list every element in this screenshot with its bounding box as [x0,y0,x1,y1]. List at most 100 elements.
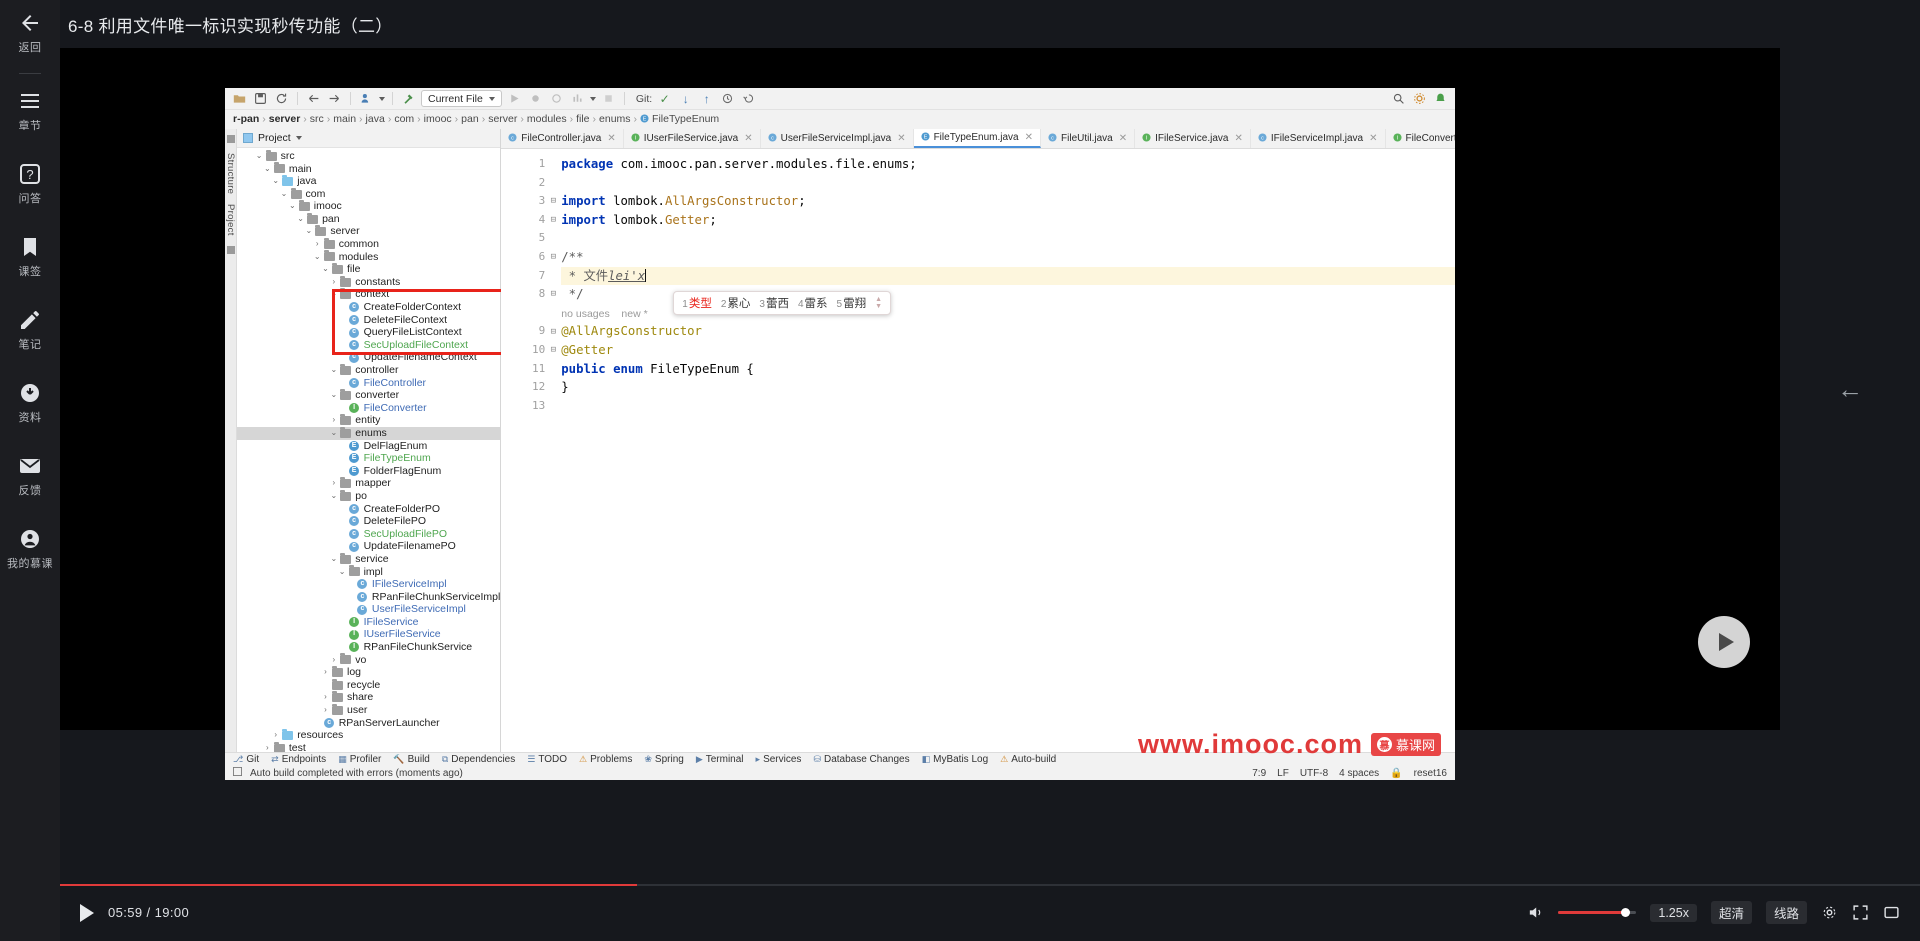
breadcrumb-item[interactable]: server [488,113,517,125]
info-icon[interactable] [233,767,242,779]
toolwindow-button-build[interactable]: 🔨 Build [393,754,429,765]
file-encoding[interactable]: UTF-8 [1300,768,1328,779]
tree-node[interactable]: ⌄ java [237,174,500,188]
close-icon[interactable]: ✕ [1369,133,1377,144]
toolwindow-button-spring[interactable]: ❀ Spring [644,754,683,765]
breadcrumb-item[interactable]: java [366,113,385,125]
editor-tab[interactable]: c FileUtil.java ✕ [1041,129,1136,148]
tree-node[interactable]: ⌄ src [237,149,500,163]
ime-page-arrows-icon[interactable]: ▲ ▼ [875,296,882,310]
git-commit-icon[interactable]: ✓ [656,90,673,107]
git-push-icon[interactable]: ↑ [698,90,715,107]
git-update-icon[interactable]: ↓ [677,90,694,107]
close-icon[interactable]: ✕ [744,133,752,144]
chevron-right-icon[interactable]: › [262,742,273,752]
rail-item-notes[interactable]: 笔记 [0,307,60,352]
editor-tab[interactable]: I IFileService.java ✕ [1135,129,1251,148]
playback-speed-button[interactable]: 1.25x [1650,903,1697,922]
rail-item-my-imooc[interactable]: 我的慕课 [0,526,60,571]
ime-candidate[interactable]: 4雷系 [798,295,828,311]
code-fold-toggle[interactable]: ⊟ [545,285,561,304]
volume-track[interactable] [1558,908,1637,917]
chevron-right-icon[interactable]: › [328,276,339,289]
volume-slider[interactable] [1558,908,1637,917]
editor-tab[interactable]: IFileConverter.java✕ [1386,129,1455,148]
chevron-down-icon[interactable]: ⌄ [262,163,273,176]
tree-node[interactable]: I IFileService [237,616,500,629]
structure-icon[interactable] [226,135,235,143]
code-line[interactable] [561,229,1455,248]
chevron-right-icon[interactable]: › [328,477,339,490]
settings-gear-icon[interactable] [1411,90,1428,107]
close-icon[interactable]: ✕ [607,133,615,144]
profile-icon[interactable] [358,90,375,107]
chevron-down-icon[interactable] [295,135,302,140]
profiler-icon[interactable] [569,90,586,107]
editor-tab[interactable]: c IFileServiceImpl.java ✕ [1251,129,1386,148]
tree-node[interactable]: › mapper [237,477,500,490]
toolwindow-button-problems[interactable]: ⚠ Problems [579,754,632,765]
tree-node[interactable]: ⌄ main [237,162,500,176]
fullscreen-icon[interactable] [1852,904,1869,921]
toolwindow-button-services[interactable]: ▸ Services [756,754,802,765]
sync-icon[interactable] [273,90,290,107]
breadcrumb-item[interactable]: main [333,113,356,125]
breadcrumb-item[interactable]: modules [527,113,567,125]
code-line[interactable]: /** [561,248,1455,267]
toolwindow-button-terminal[interactable]: ▶ Terminal [696,754,744,765]
center-play-overlay-button[interactable] [1698,616,1750,668]
tree-node[interactable]: ⌄ enums [237,426,501,440]
breadcrumb-item[interactable]: server [269,113,301,125]
notifications-icon[interactable] [1432,90,1449,107]
save-icon[interactable] [252,90,269,107]
search-everywhere-icon[interactable] [1390,90,1407,107]
tree-node[interactable]: › share [237,691,500,704]
rail-item-chapters[interactable]: 章节 [0,88,60,133]
code-editor[interactable]: 1 2 3 4 5 6 7 8 9 10 11 12 13 ⊟ ⊟ ⊟ ⊟ ⊟ ⊟ package com.imo… [501,149,1455,752]
editor-tab[interactable]: c UserFileServiceImpl.java ✕ [761,129,914,148]
breadcrumb-item[interactable]: imooc [424,113,452,125]
back-arrow-icon[interactable] [305,90,322,107]
close-icon[interactable]: ✕ [1234,133,1242,144]
forward-arrow-icon[interactable] [326,90,343,107]
tree-node[interactable]: c RPanServerLauncher [237,717,500,730]
code-fold-toggle[interactable]: ⊟ [545,322,561,341]
tool-tab-structure[interactable]: Structure [225,153,236,194]
chevron-right-icon[interactable]: › [312,238,323,251]
tree-node[interactable]: ⌄ context [237,288,500,301]
tree-node[interactable]: c UserFileServiceImpl [237,603,500,616]
tree-node[interactable]: ⌄ po [237,489,500,503]
caret-position[interactable]: 7:9 [1252,768,1266,779]
tree-node[interactable]: E FolderFlagEnum [237,465,500,478]
tree-node[interactable]: c DeleteFileContext [237,314,500,327]
code-line[interactable]: @Getter [561,341,1455,360]
indent-setting[interactable]: 4 spaces [1339,768,1379,779]
chevron-down-icon[interactable]: ⌄ [320,263,331,276]
git-branch[interactable]: reset16 [1414,768,1447,779]
tree-node[interactable]: › test [237,741,500,752]
stop-icon[interactable] [600,90,617,107]
code-fold-column[interactable]: ⊟ ⊟ ⊟ ⊟ ⊟ ⊟ [545,149,561,752]
tree-node[interactable]: c SecUploadFilePO [237,528,500,541]
tree-node[interactable]: ⌄ com [237,187,500,201]
toolwindow-button-mybatis-log[interactable]: ◧ MyBatis Log [922,754,989,765]
tree-node[interactable]: › vo [237,653,500,667]
editor-tab[interactable]: c FileController.java ✕ [501,129,624,148]
theater-mode-icon[interactable] [1883,904,1900,921]
tree-node[interactable]: ⌄ service [237,552,500,566]
tree-node[interactable]: c RPanFileChunkServiceImpl [237,591,500,604]
toolwindow-button-endpoints[interactable]: ⇄ Endpoints [271,754,326,765]
chevron-down-icon[interactable]: ⌄ [328,427,339,440]
close-icon[interactable]: ✕ [897,133,905,144]
tree-node[interactable]: ⌄ impl [237,565,500,579]
breadcrumb-item[interactable]: r-pan [233,113,259,125]
progress-bar-track[interactable] [60,884,1920,886]
rail-item-back[interactable]: 返回 [0,10,60,55]
chevron-right-icon[interactable]: › [328,414,339,427]
tree-node[interactable]: c SecUploadFileContext [237,339,500,352]
project-tree[interactable]: ⌄ src ⌄ main ⌄ java ⌄ com ⌄ imooc ⌄ pan ⌄ server › comm… [237,148,501,752]
editor-tab[interactable]: I IUserFileService.java ✕ [624,129,761,148]
code-content[interactable]: package com.imooc.pan.server.modules.fil… [561,149,1455,752]
chevron-right-icon[interactable]: › [328,654,339,667]
git-rollback-icon[interactable] [740,90,757,107]
